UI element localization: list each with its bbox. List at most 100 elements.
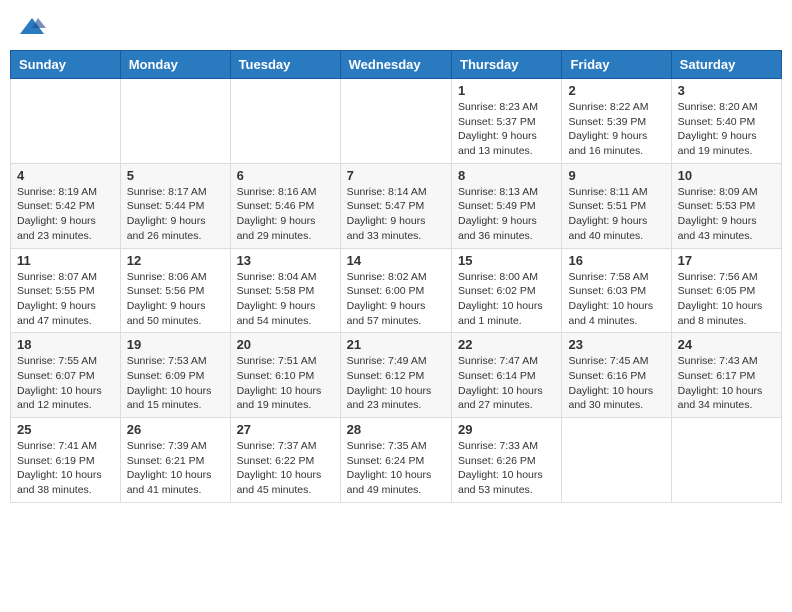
calendar-week-row: 1 Sunrise: 8:23 AM Sunset: 5:37 PM Daylig… bbox=[11, 79, 782, 164]
calendar-cell: 29 Sunrise: 7:33 AM Sunset: 6:26 PM Dayli… bbox=[452, 418, 562, 503]
day-number: 16 bbox=[568, 253, 664, 268]
day-info: Sunrise: 7:55 AM Sunset: 6:07 PM Dayligh… bbox=[17, 354, 114, 413]
calendar-header-sunday: Sunday bbox=[11, 51, 121, 79]
calendar-header-wednesday: Wednesday bbox=[340, 51, 451, 79]
calendar-cell bbox=[230, 79, 340, 164]
calendar-header-thursday: Thursday bbox=[452, 51, 562, 79]
calendar-cell: 26 Sunrise: 7:39 AM Sunset: 6:21 PM Dayli… bbox=[120, 418, 230, 503]
calendar-header-tuesday: Tuesday bbox=[230, 51, 340, 79]
day-info: Sunrise: 8:23 AM Sunset: 5:37 PM Dayligh… bbox=[458, 100, 555, 159]
day-number: 14 bbox=[347, 253, 445, 268]
day-number: 27 bbox=[237, 422, 334, 437]
calendar-header-row: SundayMondayTuesdayWednesdayThursdayFrid… bbox=[11, 51, 782, 79]
day-number: 21 bbox=[347, 337, 445, 352]
day-info: Sunrise: 7:41 AM Sunset: 6:19 PM Dayligh… bbox=[17, 439, 114, 498]
day-number: 28 bbox=[347, 422, 445, 437]
calendar-cell: 9 Sunrise: 8:11 AM Sunset: 5:51 PM Daylig… bbox=[562, 163, 671, 248]
day-info: Sunrise: 8:09 AM Sunset: 5:53 PM Dayligh… bbox=[678, 185, 775, 244]
day-info: Sunrise: 7:33 AM Sunset: 6:26 PM Dayligh… bbox=[458, 439, 555, 498]
calendar-header-friday: Friday bbox=[562, 51, 671, 79]
day-info: Sunrise: 8:07 AM Sunset: 5:55 PM Dayligh… bbox=[17, 270, 114, 329]
day-number: 18 bbox=[17, 337, 114, 352]
calendar-cell bbox=[340, 79, 451, 164]
day-number: 25 bbox=[17, 422, 114, 437]
calendar-cell: 13Sunrise: 8:04 AM Sunset: 5:58 PM Dayli… bbox=[230, 248, 340, 333]
page-header bbox=[10, 10, 782, 42]
calendar-cell bbox=[11, 79, 121, 164]
day-info: Sunrise: 7:35 AM Sunset: 6:24 PM Dayligh… bbox=[347, 439, 445, 498]
day-number: 11 bbox=[17, 253, 114, 268]
calendar-cell: 7 Sunrise: 8:14 AM Sunset: 5:47 PM Daylig… bbox=[340, 163, 451, 248]
day-info: Sunrise: 8:00 AM Sunset: 6:02 PM Dayligh… bbox=[458, 270, 555, 329]
day-number: 5 bbox=[127, 168, 224, 183]
day-number: 2 bbox=[568, 83, 664, 98]
day-info: Sunrise: 7:39 AM Sunset: 6:21 PM Dayligh… bbox=[127, 439, 224, 498]
day-number: 24 bbox=[678, 337, 775, 352]
day-number: 4 bbox=[17, 168, 114, 183]
calendar-week-row: 18 Sunrise: 7:55 AM Sunset: 6:07 PM Dayli… bbox=[11, 333, 782, 418]
day-info: Sunrise: 7:47 AM Sunset: 6:14 PM Dayligh… bbox=[458, 354, 555, 413]
day-number: 1 bbox=[458, 83, 555, 98]
calendar-week-row: 25 Sunrise: 7:41 AM Sunset: 6:19 PM Dayli… bbox=[11, 418, 782, 503]
day-info: Sunrise: 8:02 AM Sunset: 6:00 PM Dayligh… bbox=[347, 270, 445, 329]
calendar-cell: 23Sunrise: 7:45 AM Sunset: 6:16 PM Dayli… bbox=[562, 333, 671, 418]
day-number: 7 bbox=[347, 168, 445, 183]
day-info: Sunrise: 7:58 AM Sunset: 6:03 PM Dayligh… bbox=[568, 270, 664, 329]
calendar-cell: 11 Sunrise: 8:07 AM Sunset: 5:55 PM Dayli… bbox=[11, 248, 121, 333]
calendar-cell: 6Sunrise: 8:16 AM Sunset: 5:46 PM Daylig… bbox=[230, 163, 340, 248]
calendar-cell: 14 Sunrise: 8:02 AM Sunset: 6:00 PM Dayli… bbox=[340, 248, 451, 333]
calendar-cell bbox=[562, 418, 671, 503]
calendar-cell: 21 Sunrise: 7:49 AM Sunset: 6:12 PM Dayli… bbox=[340, 333, 451, 418]
calendar-week-row: 4 Sunrise: 8:19 AM Sunset: 5:42 PM Daylig… bbox=[11, 163, 782, 248]
day-info: Sunrise: 8:14 AM Sunset: 5:47 PM Dayligh… bbox=[347, 185, 445, 244]
calendar-cell: 19 Sunrise: 7:53 AM Sunset: 6:09 PM Dayli… bbox=[120, 333, 230, 418]
calendar-cell: 17 Sunrise: 7:56 AM Sunset: 6:05 PM Dayli… bbox=[671, 248, 781, 333]
day-number: 29 bbox=[458, 422, 555, 437]
day-info: Sunrise: 7:49 AM Sunset: 6:12 PM Dayligh… bbox=[347, 354, 445, 413]
calendar-cell: 27 Sunrise: 7:37 AM Sunset: 6:22 PM Dayli… bbox=[230, 418, 340, 503]
calendar-cell: 8 Sunrise: 8:13 AM Sunset: 5:49 PM Daylig… bbox=[452, 163, 562, 248]
calendar-cell bbox=[671, 418, 781, 503]
logo-icon bbox=[18, 14, 46, 42]
calendar-cell: 28 Sunrise: 7:35 AM Sunset: 6:24 PM Dayli… bbox=[340, 418, 451, 503]
day-info: Sunrise: 8:22 AM Sunset: 5:39 PM Dayligh… bbox=[568, 100, 664, 159]
day-number: 12 bbox=[127, 253, 224, 268]
day-info: Sunrise: 8:06 AM Sunset: 5:56 PM Dayligh… bbox=[127, 270, 224, 329]
calendar-cell: 1 Sunrise: 8:23 AM Sunset: 5:37 PM Daylig… bbox=[452, 79, 562, 164]
day-number: 9 bbox=[568, 168, 664, 183]
calendar-cell: 20 Sunrise: 7:51 AM Sunset: 6:10 PM Dayli… bbox=[230, 333, 340, 418]
calendar-week-row: 11 Sunrise: 8:07 AM Sunset: 5:55 PM Dayli… bbox=[11, 248, 782, 333]
calendar-cell: 16 Sunrise: 7:58 AM Sunset: 6:03 PM Dayli… bbox=[562, 248, 671, 333]
day-number: 23 bbox=[568, 337, 664, 352]
day-info: Sunrise: 8:17 AM Sunset: 5:44 PM Dayligh… bbox=[127, 185, 224, 244]
calendar-header-monday: Monday bbox=[120, 51, 230, 79]
day-number: 20 bbox=[237, 337, 334, 352]
day-info: Sunrise: 7:51 AM Sunset: 6:10 PM Dayligh… bbox=[237, 354, 334, 413]
day-number: 26 bbox=[127, 422, 224, 437]
day-number: 19 bbox=[127, 337, 224, 352]
day-info: Sunrise: 7:43 AM Sunset: 6:17 PM Dayligh… bbox=[678, 354, 775, 413]
calendar-table: SundayMondayTuesdayWednesdayThursdayFrid… bbox=[10, 50, 782, 503]
calendar-cell: 10 Sunrise: 8:09 AM Sunset: 5:53 PM Dayli… bbox=[671, 163, 781, 248]
day-number: 3 bbox=[678, 83, 775, 98]
day-number: 22 bbox=[458, 337, 555, 352]
calendar-cell: 15 Sunrise: 8:00 AM Sunset: 6:02 PM Dayli… bbox=[452, 248, 562, 333]
day-number: 17 bbox=[678, 253, 775, 268]
calendar-cell: 4 Sunrise: 8:19 AM Sunset: 5:42 PM Daylig… bbox=[11, 163, 121, 248]
calendar-cell: 2 Sunrise: 8:22 AM Sunset: 5:39 PM Daylig… bbox=[562, 79, 671, 164]
day-info: Sunrise: 8:13 AM Sunset: 5:49 PM Dayligh… bbox=[458, 185, 555, 244]
calendar-cell: 25 Sunrise: 7:41 AM Sunset: 6:19 PM Dayli… bbox=[11, 418, 121, 503]
day-info: Sunrise: 8:19 AM Sunset: 5:42 PM Dayligh… bbox=[17, 185, 114, 244]
day-info: Sunrise: 7:37 AM Sunset: 6:22 PM Dayligh… bbox=[237, 439, 334, 498]
day-info: Sunrise: 8:04 AM Sunset: 5:58 PM Dayligh… bbox=[237, 270, 334, 329]
day-info: Sunrise: 8:11 AM Sunset: 5:51 PM Dayligh… bbox=[568, 185, 664, 244]
calendar-cell: 22 Sunrise: 7:47 AM Sunset: 6:14 PM Dayli… bbox=[452, 333, 562, 418]
day-info: Sunrise: 8:16 AM Sunset: 5:46 PM Dayligh… bbox=[237, 185, 334, 244]
day-info: Sunrise: 7:53 AM Sunset: 6:09 PM Dayligh… bbox=[127, 354, 224, 413]
day-info: Sunrise: 8:20 AM Sunset: 5:40 PM Dayligh… bbox=[678, 100, 775, 159]
calendar-cell: 18 Sunrise: 7:55 AM Sunset: 6:07 PM Dayli… bbox=[11, 333, 121, 418]
day-number: 15 bbox=[458, 253, 555, 268]
day-info: Sunrise: 7:56 AM Sunset: 6:05 PM Dayligh… bbox=[678, 270, 775, 329]
day-number: 8 bbox=[458, 168, 555, 183]
day-number: 10 bbox=[678, 168, 775, 183]
